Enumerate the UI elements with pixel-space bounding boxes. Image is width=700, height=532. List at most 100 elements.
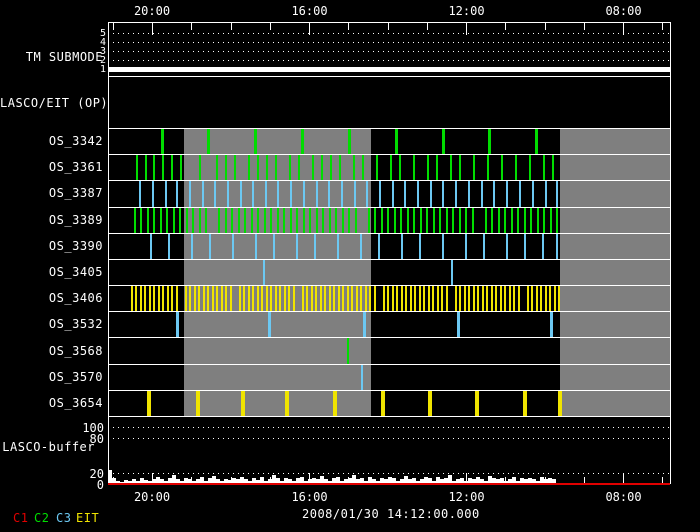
event-tick bbox=[511, 207, 513, 233]
event-tick bbox=[404, 181, 406, 207]
event-tick bbox=[302, 286, 304, 312]
top-axis-tick bbox=[466, 22, 467, 35]
event-tick bbox=[252, 181, 254, 207]
event-tick bbox=[153, 286, 155, 312]
event-tick bbox=[306, 286, 308, 312]
event-tick bbox=[468, 181, 470, 207]
event-tick bbox=[524, 233, 526, 259]
event-tick bbox=[268, 312, 271, 338]
row-label: OS_3361 bbox=[48, 160, 103, 175]
event-tick bbox=[328, 181, 330, 207]
event-tick bbox=[202, 181, 204, 207]
event-tick bbox=[413, 155, 415, 181]
event-tick bbox=[216, 286, 218, 312]
top-axis-tick bbox=[112, 22, 114, 30]
event-tick bbox=[531, 286, 533, 312]
bottom-axis-label: 12:00 bbox=[448, 490, 485, 504]
tm-gridline bbox=[108, 60, 670, 61]
event-tick bbox=[150, 233, 152, 259]
event-tick bbox=[166, 207, 168, 233]
event-tick bbox=[152, 181, 154, 207]
event-tick bbox=[356, 286, 358, 312]
event-tick bbox=[500, 286, 502, 312]
event-tick bbox=[341, 181, 343, 207]
event-tick bbox=[221, 286, 223, 312]
event-tick bbox=[365, 286, 367, 312]
event-tick bbox=[337, 233, 339, 259]
event-tick bbox=[147, 207, 149, 233]
buffer-gridline bbox=[108, 438, 670, 439]
tm-ylabel: 1 bbox=[99, 64, 106, 75]
row-separator bbox=[108, 180, 670, 182]
event-tick bbox=[545, 181, 547, 207]
legend-item: EIT bbox=[76, 511, 100, 525]
event-tick bbox=[168, 233, 170, 259]
row-separator bbox=[108, 154, 670, 156]
event-tick bbox=[333, 390, 337, 416]
top-axis-label: 12:00 bbox=[448, 4, 485, 18]
event-tick bbox=[196, 390, 200, 416]
row-separator bbox=[108, 258, 670, 260]
event-tick bbox=[540, 286, 542, 312]
event-tick bbox=[289, 155, 291, 181]
event-tick bbox=[265, 181, 267, 207]
event-tick bbox=[395, 129, 398, 155]
event-tick bbox=[261, 286, 263, 312]
event-tick bbox=[225, 207, 227, 233]
event-tick bbox=[266, 286, 268, 312]
event-tick bbox=[485, 207, 487, 233]
event-tick bbox=[483, 233, 485, 259]
event-tick bbox=[457, 312, 460, 338]
event-tick bbox=[145, 155, 147, 181]
event-tick bbox=[254, 129, 257, 155]
event-tick bbox=[491, 286, 493, 312]
event-tick bbox=[270, 207, 272, 233]
event-tick bbox=[396, 286, 398, 312]
event-tick bbox=[348, 129, 351, 155]
event-tick bbox=[189, 286, 191, 312]
event-tick bbox=[464, 286, 466, 312]
event-tick bbox=[428, 390, 432, 416]
event-tick bbox=[355, 207, 357, 233]
event-tick bbox=[523, 390, 527, 416]
event-tick bbox=[536, 286, 538, 312]
event-tick bbox=[506, 233, 508, 259]
top-axis-tick bbox=[152, 22, 153, 35]
event-tick bbox=[311, 286, 313, 312]
event-tick bbox=[252, 286, 254, 312]
top-axis-label: 08:00 bbox=[605, 4, 642, 18]
top-axis-tick bbox=[426, 22, 428, 30]
event-tick bbox=[527, 286, 529, 312]
event-tick bbox=[288, 286, 290, 312]
event-tick bbox=[353, 155, 355, 181]
event-tick bbox=[519, 181, 521, 207]
event-tick bbox=[198, 286, 200, 312]
event-tick bbox=[426, 207, 428, 233]
event-tick bbox=[437, 286, 439, 312]
event-tick bbox=[339, 155, 341, 181]
event-tick bbox=[495, 286, 497, 312]
event-tick bbox=[167, 286, 169, 312]
row-label: OS_3570 bbox=[48, 369, 103, 384]
event-tick bbox=[381, 390, 385, 416]
row-separator bbox=[108, 206, 670, 208]
event-tick bbox=[342, 207, 344, 233]
event-tick bbox=[407, 207, 409, 233]
event-tick bbox=[135, 286, 137, 312]
event-tick bbox=[413, 207, 415, 233]
event-tick bbox=[558, 390, 562, 416]
event-tick bbox=[131, 286, 133, 312]
event-tick bbox=[273, 233, 275, 259]
event-tick bbox=[173, 207, 175, 233]
buffer-ylabel: 80 bbox=[89, 432, 104, 446]
event-tick bbox=[162, 286, 164, 312]
event-tick bbox=[264, 207, 266, 233]
row-separator bbox=[108, 285, 670, 287]
event-tick bbox=[225, 155, 227, 181]
event-tick bbox=[532, 181, 534, 207]
event-tick bbox=[160, 207, 162, 233]
event-tick bbox=[509, 286, 511, 312]
event-tick bbox=[266, 155, 268, 181]
event-tick bbox=[275, 155, 277, 181]
event-tick bbox=[446, 207, 448, 233]
